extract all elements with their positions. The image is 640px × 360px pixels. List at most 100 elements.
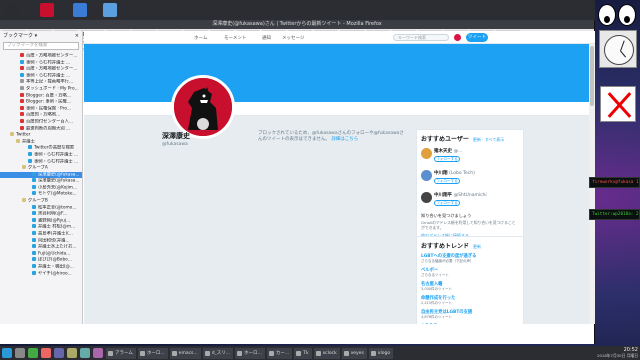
follow-button[interactable]: フォローする: [434, 156, 460, 162]
start-menu-icon[interactable]: [2, 348, 12, 358]
bookmark-item[interactable]: 向田和也(弁護...: [0, 237, 82, 245]
bookmark-search-input[interactable]: ブックマークを検索: [3, 42, 79, 50]
app-icon[interactable]: [80, 348, 90, 358]
bookmark-item[interactable]: 最速判断の周期大別 ...: [0, 125, 82, 133]
scrollbar-thumb[interactable]: [590, 46, 594, 106]
window-launcher-icon[interactable]: [103, 3, 117, 17]
trend-item[interactable]: 名古屋入籍 3,000件のツイート: [417, 280, 523, 294]
bookmark-folder[interactable]: グループA: [0, 165, 82, 172]
bookmark-item[interactable]: 弁護士 村松(@m...: [0, 224, 82, 231]
favicon-icon: [32, 270, 36, 275]
trends-change-link[interactable]: 更新: [473, 244, 481, 249]
taskbar-task[interactable]: アラーム: [106, 347, 136, 359]
bookmark-item[interactable]: 弁護士水上たけお...: [0, 244, 82, 251]
bookmark-item[interactable]: 百度・方略地被センター...: [0, 66, 82, 73]
taskbar-task[interactable]: xeyes: [341, 347, 367, 359]
nav-messages[interactable]: メッセージ: [282, 35, 304, 41]
taskbar-task[interactable]: カー...: [266, 347, 293, 359]
bookmark-label: Blogger: 事例・民権...: [26, 99, 71, 105]
trend-item[interactable]: ベルボー さらなるツイート: [417, 266, 523, 280]
sidebar-title[interactable]: ブックマーク ▾: [3, 31, 37, 41]
bookmark-item[interactable]: 書野純(@Ryuj...: [0, 217, 82, 225]
bookmark-item[interactable]: モトケ(@Motoke...: [0, 191, 82, 198]
twitter-search-input[interactable]: キーワード検索: [393, 34, 449, 41]
nav-home[interactable]: ホーム: [194, 35, 207, 41]
user-name[interactable]: 中川翔 (Lobo Tech): [434, 170, 523, 176]
bookmark-item[interactable]: 黒谷利明(@F...: [0, 211, 82, 218]
app-icon[interactable]: [54, 348, 64, 358]
terminal-icon[interactable]: [28, 348, 38, 358]
favicon-icon: [32, 224, 36, 229]
blocked-message: ブロックされているため、@fukasawaさんのフォローや@fukasawaさん…: [258, 131, 408, 143]
avatar[interactable]: [421, 148, 432, 159]
taskbar-task[interactable]: ホーロ...: [235, 347, 265, 359]
bookmark-item[interactable]: Fuji(@Uchida...: [0, 250, 82, 258]
favicon-icon: [20, 99, 24, 104]
avatar[interactable]: [421, 192, 432, 203]
taskbar-task[interactable]: ホーロ...: [137, 347, 168, 359]
bookmark-item[interactable]: 深澤康史(@fukasa...: [0, 178, 82, 185]
learn-more-link[interactable]: 詳細はこちら: [331, 137, 358, 142]
taskbar-task[interactable]: emacs...: [169, 347, 201, 359]
bookmark-item[interactable]: 百度的付センター百人...: [0, 118, 82, 126]
folder-launcher-icon[interactable]: [73, 3, 87, 17]
desktop-status-bar: Twitter:wp2018a: 2018/...: [589, 209, 640, 220]
bookmark-label: ぼびび(@Bobo...: [38, 257, 72, 263]
bookmark-item[interactable]: Blogger: 百度・方略...: [0, 92, 82, 100]
bookmark-item[interactable]: 小島秀夫(@Kojim...: [0, 184, 82, 192]
user-name[interactable]: 猪木天史 @...: [434, 148, 523, 154]
bookmark-label: 深澤康史(@fukasa...: [38, 178, 80, 184]
files-icon[interactable]: [15, 348, 25, 358]
app-icon[interactable]: [67, 348, 77, 358]
app-icon[interactable]: [93, 348, 103, 358]
bookmark-item[interactable]: 事例・民権保険 · Pro...: [0, 105, 82, 113]
recommended-user: 中川翔 (Lobo Tech) フォローする: [417, 167, 523, 189]
trend-item[interactable]: #うるるー: [417, 322, 523, 324]
avatar[interactable]: [421, 170, 432, 181]
bookmark-folder[interactable]: 弁護士: [0, 138, 82, 146]
menu-launcher-icon[interactable]: [6, 3, 20, 17]
bookmark-folder[interactable]: グループB: [0, 198, 82, 205]
avatar[interactable]: [454, 34, 461, 41]
bookmark-item[interactable]: 事例・らむ村弁護士 ...: [0, 59, 82, 67]
taskbar-clock[interactable]: 20:52 2018年7月30日 月曜日: [597, 347, 638, 359]
nav-notifications[interactable]: 通知: [262, 35, 271, 41]
favicon-icon: [32, 204, 36, 209]
taskbar-task[interactable]: xclock: [313, 347, 340, 359]
taskbar-task[interactable]: Tk: [294, 347, 312, 359]
close-icon[interactable]: ×: [75, 31, 79, 41]
tweet-button[interactable]: ツイート: [466, 33, 488, 42]
bookmark-item[interactable]: 百度・方略地被センター...: [0, 53, 82, 60]
bookmark-item[interactable]: ダッシュボード · My Pro...: [0, 85, 82, 93]
firefox-icon[interactable]: [41, 348, 51, 358]
user-name[interactable]: 中川翔平 @ShtUnamichi: [434, 192, 523, 198]
trend-item[interactable]: 命題作成を行った 2,415件のツイート: [417, 294, 523, 308]
favicon-icon: [32, 171, 36, 176]
bookmark-item[interactable]: 事例・らむ村弁護士 ...: [0, 151, 82, 159]
bookmark-folder[interactable]: Twitter: [0, 132, 82, 139]
trend-item[interactable]: 自由民主党はLGBTの支援 4,876件のツイート: [417, 308, 523, 322]
recommend-sub-link[interactable]: 更新 · すべて表示: [473, 137, 504, 142]
bookmark-item[interactable]: Blogger: 事例・民権...: [0, 99, 82, 106]
xeyes-widget: [597, 4, 637, 26]
profile-avatar[interactable]: [171, 75, 235, 139]
follow-button[interactable]: フォローする: [434, 178, 460, 184]
bookmark-item[interactable]: 百度的・方略地...: [0, 112, 82, 119]
bookmark-item[interactable]: 事例・らむ村弁護士 ...: [0, 72, 82, 80]
bookmark-item[interactable]: ヤイチ(@hiroo...: [0, 270, 82, 278]
taskbar-task[interactable]: xlogo: [368, 347, 394, 359]
taskbar-task[interactable]: d_スリ...: [202, 347, 234, 359]
trend-item[interactable]: LGBTへの支援の度が過ぎる さらなる議論が必要（下記の声）: [417, 252, 523, 266]
nav-moments[interactable]: モーメント: [224, 35, 246, 41]
bookmark-item[interactable]: 松本正幸(@tomo...: [0, 204, 82, 212]
bookmark-item[interactable]: 深澤康史(@fukasa...: [0, 171, 82, 179]
bookmark-item[interactable]: 高島孝(弁護士)(...: [0, 231, 82, 238]
folder-icon: [22, 165, 26, 170]
bookmark-item[interactable]: 弁護士・橋田(@...: [0, 264, 82, 271]
bookmark-item[interactable]: 本等上記・裁画略率行...: [0, 79, 82, 86]
follow-button[interactable]: フォローする: [434, 200, 460, 206]
bookmark-item[interactable]: Twitterの高度な検索: [0, 145, 82, 152]
bookmark-item[interactable]: ぼびび(@Bobo...: [0, 257, 82, 264]
app-launcher-icon[interactable]: [40, 3, 54, 17]
bookmark-item[interactable]: 事例・らむ村弁護士 ...: [0, 158, 82, 166]
